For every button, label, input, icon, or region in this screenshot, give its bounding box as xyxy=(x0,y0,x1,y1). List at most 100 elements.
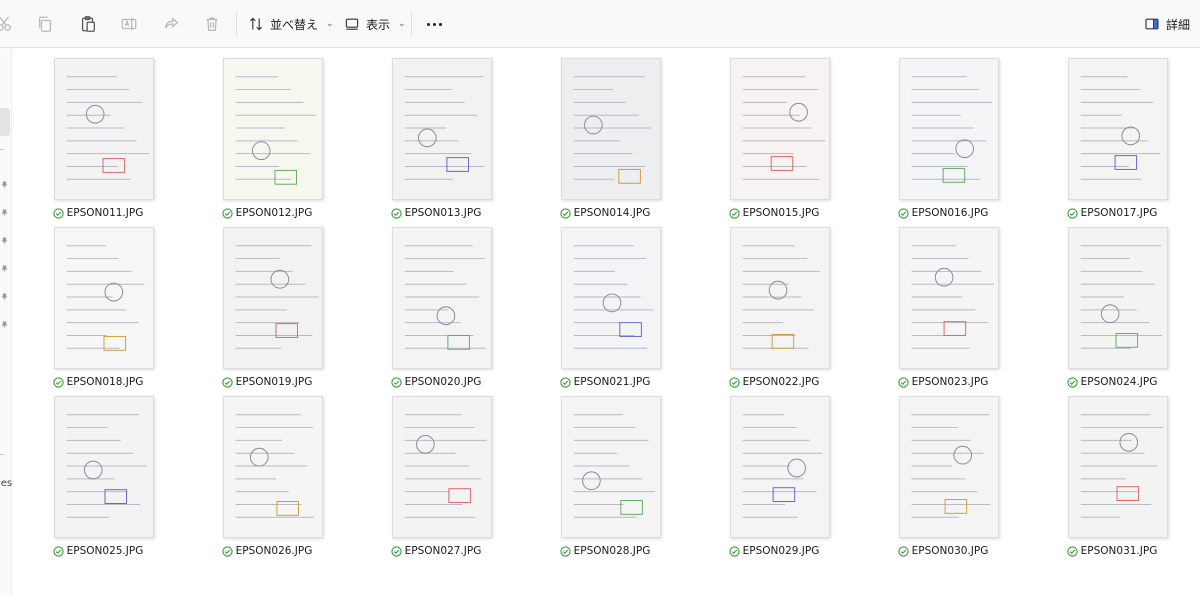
image-thumbnail[interactable] xyxy=(1068,58,1168,200)
copy-icon[interactable] xyxy=(33,12,57,36)
file-item[interactable]: EPSON022.JPG xyxy=(714,227,834,389)
file-name: EPSON023.JPG xyxy=(911,376,989,388)
pin-icon xyxy=(1,202,8,217)
file-item[interactable]: EPSON027.JPG xyxy=(376,396,496,558)
file-caption[interactable]: EPSON022.JPG xyxy=(714,375,834,389)
image-thumbnail[interactable] xyxy=(1068,396,1168,538)
file-caption[interactable]: EPSON017.JPG xyxy=(1052,206,1172,220)
file-caption[interactable]: EPSON030.JPG xyxy=(883,544,1003,558)
image-thumbnail[interactable] xyxy=(561,58,661,200)
image-thumbnail[interactable] xyxy=(392,58,492,200)
nav-item-label[interactable]: les xyxy=(0,478,12,489)
nav-selected-item[interactable] xyxy=(0,108,10,136)
file-item[interactable]: EPSON011.JPG xyxy=(38,58,158,220)
sync-status-icon xyxy=(1067,376,1078,388)
image-thumbnail[interactable] xyxy=(54,227,154,369)
file-name: EPSON014.JPG xyxy=(573,207,651,219)
image-thumbnail[interactable] xyxy=(730,396,830,538)
file-name: EPSON013.JPG xyxy=(404,207,482,219)
paste-icon[interactable] xyxy=(76,12,100,36)
file-item[interactable]: EPSON024.JPG xyxy=(1052,227,1172,389)
image-thumbnail[interactable] xyxy=(899,58,999,200)
delete-icon[interactable] xyxy=(200,12,224,36)
toolbar-separator xyxy=(236,12,237,36)
file-item[interactable]: EPSON017.JPG xyxy=(1052,58,1172,220)
file-caption[interactable]: EPSON026.JPG xyxy=(207,544,327,558)
image-thumbnail[interactable] xyxy=(561,227,661,369)
view-button[interactable]: 表示 ⌄ xyxy=(344,12,406,36)
image-thumbnail[interactable] xyxy=(392,396,492,538)
file-name: EPSON024.JPG xyxy=(1080,376,1158,388)
file-caption[interactable]: EPSON019.JPG xyxy=(207,375,327,389)
file-caption[interactable]: EPSON023.JPG xyxy=(883,375,1003,389)
file-caption[interactable]: EPSON027.JPG xyxy=(376,544,496,558)
file-item[interactable]: EPSON026.JPG xyxy=(207,396,327,558)
file-caption[interactable]: EPSON020.JPG xyxy=(376,375,496,389)
file-caption[interactable]: EPSON018.JPG xyxy=(38,375,158,389)
more-options-icon[interactable] xyxy=(423,12,445,36)
file-caption[interactable]: EPSON028.JPG xyxy=(545,544,665,558)
file-caption[interactable]: EPSON024.JPG xyxy=(1052,375,1172,389)
file-item[interactable]: EPSON019.JPG xyxy=(207,227,327,389)
sync-status-icon xyxy=(560,545,571,557)
pin-icon xyxy=(1,286,8,301)
file-name: EPSON019.JPG xyxy=(235,376,313,388)
file-item[interactable]: EPSON031.JPG xyxy=(1052,396,1172,558)
image-thumbnail[interactable] xyxy=(54,58,154,200)
file-caption[interactable]: EPSON011.JPG xyxy=(38,206,158,220)
image-thumbnail[interactable] xyxy=(899,396,999,538)
image-thumbnail[interactable] xyxy=(561,396,661,538)
file-item[interactable]: EPSON023.JPG xyxy=(883,227,1003,389)
details-label: 詳細 xyxy=(1166,17,1191,32)
rename-icon[interactable] xyxy=(117,12,141,36)
file-caption[interactable]: EPSON021.JPG xyxy=(545,375,665,389)
file-item[interactable]: EPSON028.JPG xyxy=(545,396,665,558)
image-thumbnail[interactable] xyxy=(899,227,999,369)
share-icon[interactable] xyxy=(159,12,183,36)
file-caption[interactable]: EPSON016.JPG xyxy=(883,206,1003,220)
sync-status-icon xyxy=(53,207,64,219)
file-caption[interactable]: EPSON014.JPG xyxy=(545,206,665,220)
image-thumbnail[interactable] xyxy=(730,58,830,200)
sort-button[interactable]: 並べ替え ⌄ xyxy=(248,12,334,36)
image-thumbnail[interactable] xyxy=(223,227,323,369)
file-item[interactable]: EPSON015.JPG xyxy=(714,58,834,220)
file-item[interactable]: EPSON012.JPG xyxy=(207,58,327,220)
sync-status-icon xyxy=(560,376,571,388)
file-item[interactable]: EPSON029.JPG xyxy=(714,396,834,558)
sync-status-icon xyxy=(729,545,740,557)
file-caption[interactable]: EPSON013.JPG xyxy=(376,206,496,220)
chevron-down-icon: ⌄ xyxy=(326,19,334,29)
sync-status-icon xyxy=(53,545,64,557)
image-thumbnail[interactable] xyxy=(392,227,492,369)
image-thumbnail[interactable] xyxy=(54,396,154,538)
image-thumbnail[interactable] xyxy=(223,58,323,200)
sync-status-icon xyxy=(898,545,909,557)
image-thumbnail[interactable] xyxy=(730,227,830,369)
cut-icon[interactable] xyxy=(0,12,16,36)
file-caption[interactable]: EPSON029.JPG xyxy=(714,544,834,558)
image-thumbnail[interactable] xyxy=(223,396,323,538)
file-caption[interactable]: EPSON025.JPG xyxy=(38,544,158,558)
file-item[interactable]: EPSON018.JPG xyxy=(38,227,158,389)
image-thumbnail[interactable] xyxy=(1068,227,1168,369)
pin-icon xyxy=(1,174,8,189)
file-item[interactable]: EPSON025.JPG xyxy=(38,396,158,558)
file-name: EPSON021.JPG xyxy=(573,376,651,388)
file-item[interactable]: EPSON016.JPG xyxy=(883,58,1003,220)
file-caption[interactable]: EPSON012.JPG xyxy=(207,206,327,220)
file-item[interactable]: EPSON013.JPG xyxy=(376,58,496,220)
toolbar-separator xyxy=(411,12,412,36)
file-item[interactable]: EPSON021.JPG xyxy=(545,227,665,389)
file-caption[interactable]: EPSON031.JPG xyxy=(1052,544,1172,558)
file-name: EPSON029.JPG xyxy=(742,545,820,557)
file-name: EPSON017.JPG xyxy=(1080,207,1158,219)
file-name: EPSON030.JPG xyxy=(911,545,989,557)
nav-divider xyxy=(0,149,4,150)
pin-icon xyxy=(1,230,8,245)
file-caption[interactable]: EPSON015.JPG xyxy=(714,206,834,220)
file-item[interactable]: EPSON014.JPG xyxy=(545,58,665,220)
file-item[interactable]: EPSON020.JPG xyxy=(376,227,496,389)
file-item[interactable]: EPSON030.JPG xyxy=(883,396,1003,558)
details-button[interactable]: 詳細 xyxy=(1144,12,1190,36)
